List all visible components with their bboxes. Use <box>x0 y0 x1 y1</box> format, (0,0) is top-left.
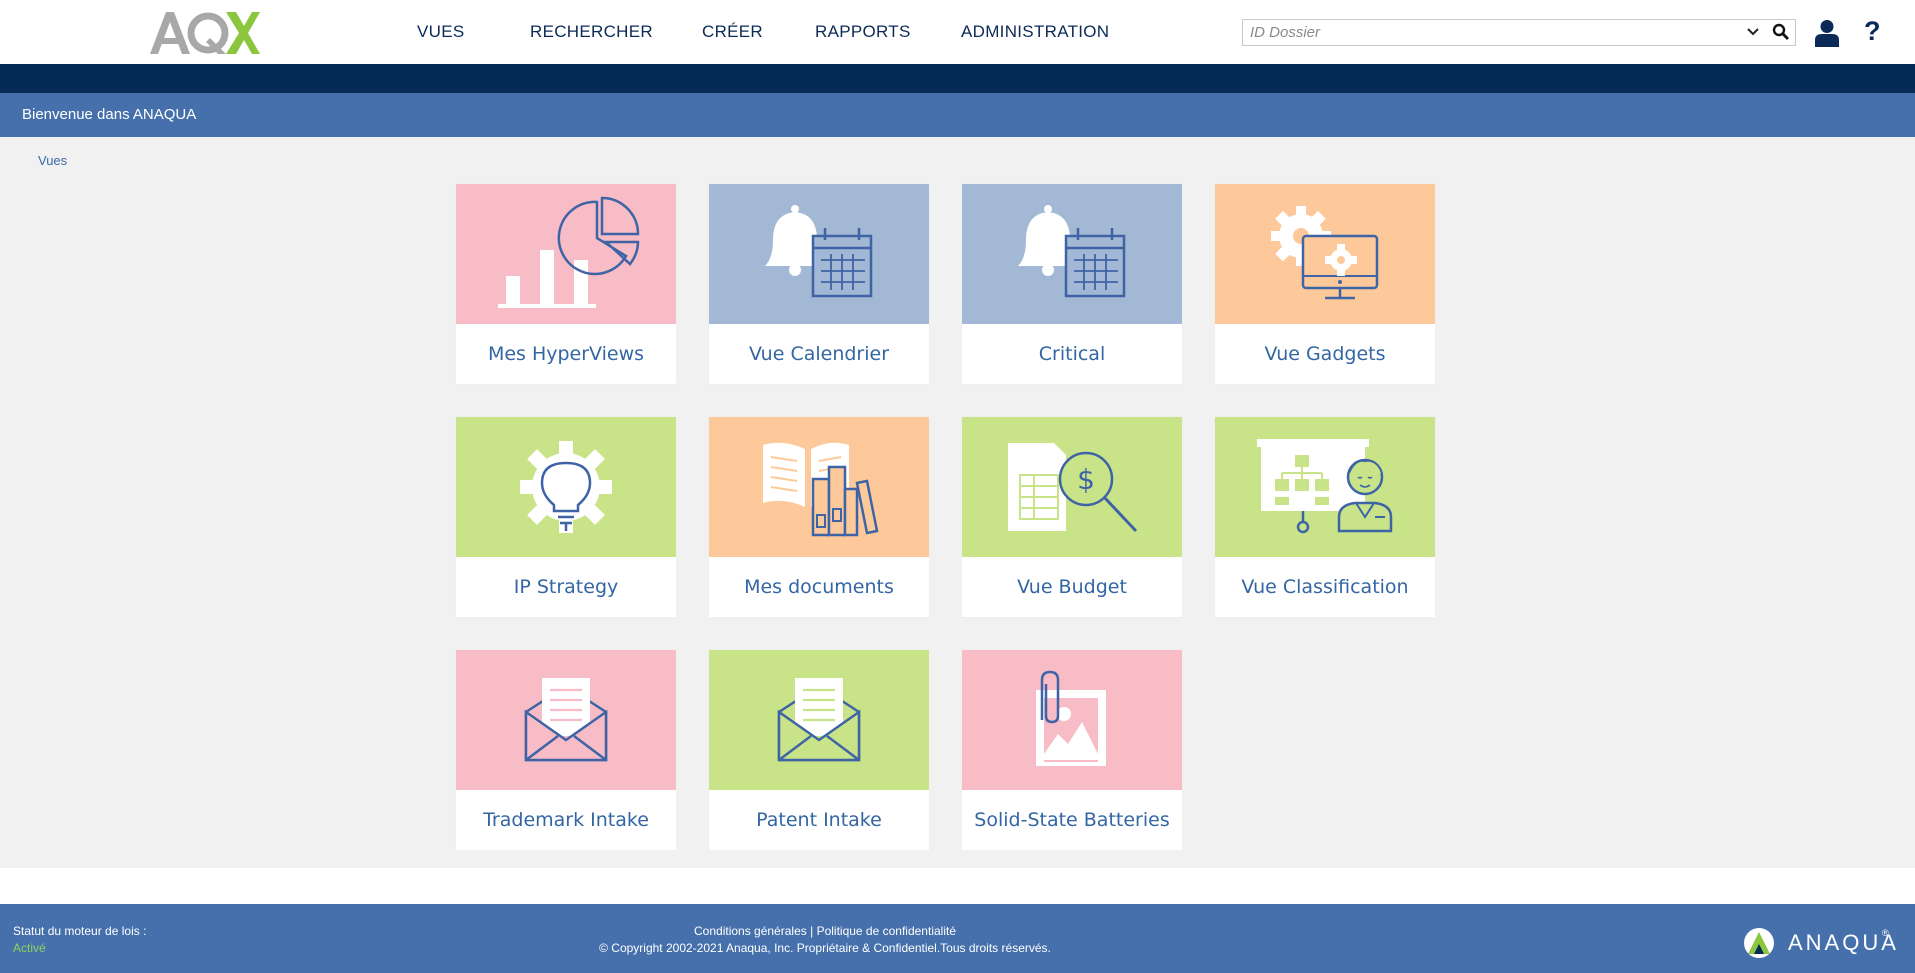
bell-calendar-icon <box>1018 205 1126 298</box>
footer-links: Conditions générales | Politique de conf… <box>0 924 1650 938</box>
terms-link[interactable]: Conditions générales <box>694 924 807 938</box>
tile-label: IP Strategy <box>513 576 619 598</box>
tile-vue-budget[interactable]: $ Vue Budget <box>962 417 1182 617</box>
spreadsheet-magnifier-icon: $ <box>1008 443 1138 533</box>
tile-label: Critical <box>1038 343 1106 365</box>
top-dark-band <box>0 64 1915 93</box>
tile-image <box>456 184 676 324</box>
tile-image <box>709 184 929 324</box>
tile-image <box>1215 184 1435 324</box>
tile-image <box>962 184 1182 324</box>
footer: Statut du moteur de lois : Activé Condit… <box>0 904 1915 973</box>
nav-rapports[interactable]: RAPPORTS <box>815 22 911 42</box>
dossier-id-input[interactable] <box>1243 20 1730 45</box>
chevron-down-icon[interactable] <box>1745 24 1761 40</box>
tile-critical[interactable]: Critical <box>962 184 1182 384</box>
privacy-link[interactable]: Politique de confidentialité <box>817 924 956 938</box>
tile-label: Vue Classification <box>1241 576 1409 598</box>
nav-vues[interactable]: VUES <box>417 22 465 42</box>
tile-ip-strategy[interactable]: IP Strategy <box>456 417 676 617</box>
paperclip-image-icon <box>1036 670 1106 766</box>
aqx-logo[interactable] <box>148 8 260 58</box>
tile-label: Trademark Intake <box>483 809 649 831</box>
top-navigation-bar: VUES RECHERCHER CRÉER RAPPORTS ADMINISTR… <box>0 0 1915 64</box>
tile-vue-calendrier[interactable]: Vue Calendrier <box>709 184 929 384</box>
search-icon[interactable] <box>1772 23 1790 41</box>
tile-solid-state-batteries[interactable]: Solid-State Batteries <box>962 650 1182 850</box>
registered-mark: ® <box>1882 928 1889 938</box>
welcome-bar: Bienvenue dans ANAQUA <box>0 93 1915 137</box>
nav-rechercher[interactable]: RECHERCHER <box>530 22 653 42</box>
nav-administration[interactable]: ADMINISTRATION <box>961 22 1109 42</box>
content-bottom-strip <box>0 868 1915 904</box>
bell-calendar-icon <box>765 205 873 298</box>
breadcrumb-vues[interactable]: Vues <box>38 153 67 168</box>
tile-image <box>1215 417 1435 557</box>
dossier-search-box <box>1242 19 1796 46</box>
tile-label: Patent Intake <box>756 809 882 831</box>
svg-text:$: $ <box>1077 463 1095 496</box>
bar-pie-chart-icon <box>498 196 640 308</box>
tile-label: Vue Calendrier <box>748 343 890 365</box>
tile-mes-hyperviews[interactable]: Mes HyperViews <box>456 184 676 384</box>
tile-label: Vue Budget <box>1017 576 1127 598</box>
tile-image <box>456 650 676 790</box>
nav-creer[interactable]: CRÉER <box>702 22 763 42</box>
tile-trademark-intake[interactable]: Trademark Intake <box>456 650 676 850</box>
tile-vue-classification[interactable]: Vue Classification <box>1215 417 1435 617</box>
tile-image: $ <box>962 417 1182 557</box>
tile-label: Solid-State Batteries <box>974 809 1170 831</box>
envelope-letter-icon <box>777 678 861 762</box>
envelope-letter-icon <box>524 678 608 762</box>
tile-image <box>709 650 929 790</box>
gear-lightbulb-icon <box>520 441 612 533</box>
copyright-text: © Copyright 2002-2021 Anaqua, Inc. Propr… <box>599 941 1051 955</box>
tile-mes-documents[interactable]: Mes documents <box>709 417 929 617</box>
welcome-title: Bienvenue dans ANAQUA <box>22 106 197 123</box>
tile-image <box>456 417 676 557</box>
footer-separator: | <box>810 924 814 938</box>
tile-label: Vue Gadgets <box>1264 343 1386 365</box>
tile-label: Mes HyperViews <box>487 343 645 365</box>
anaqua-footer-logo: ANAQUA ® <box>1742 924 1896 960</box>
tile-image <box>962 650 1182 790</box>
book-binders-icon <box>763 442 879 537</box>
gears-monitor-icon <box>1271 206 1379 300</box>
tile-vue-gadgets[interactable]: Vue Gadgets <box>1215 184 1435 384</box>
presenter-org-chart-icon <box>1257 439 1393 534</box>
user-icon[interactable] <box>1815 19 1839 47</box>
tile-image <box>709 417 929 557</box>
help-icon[interactable]: ? <box>1864 16 1881 47</box>
tile-patent-intake[interactable]: Patent Intake <box>709 650 929 850</box>
tile-label: Mes documents <box>744 576 894 598</box>
anaqua-mark-icon <box>1744 928 1774 958</box>
